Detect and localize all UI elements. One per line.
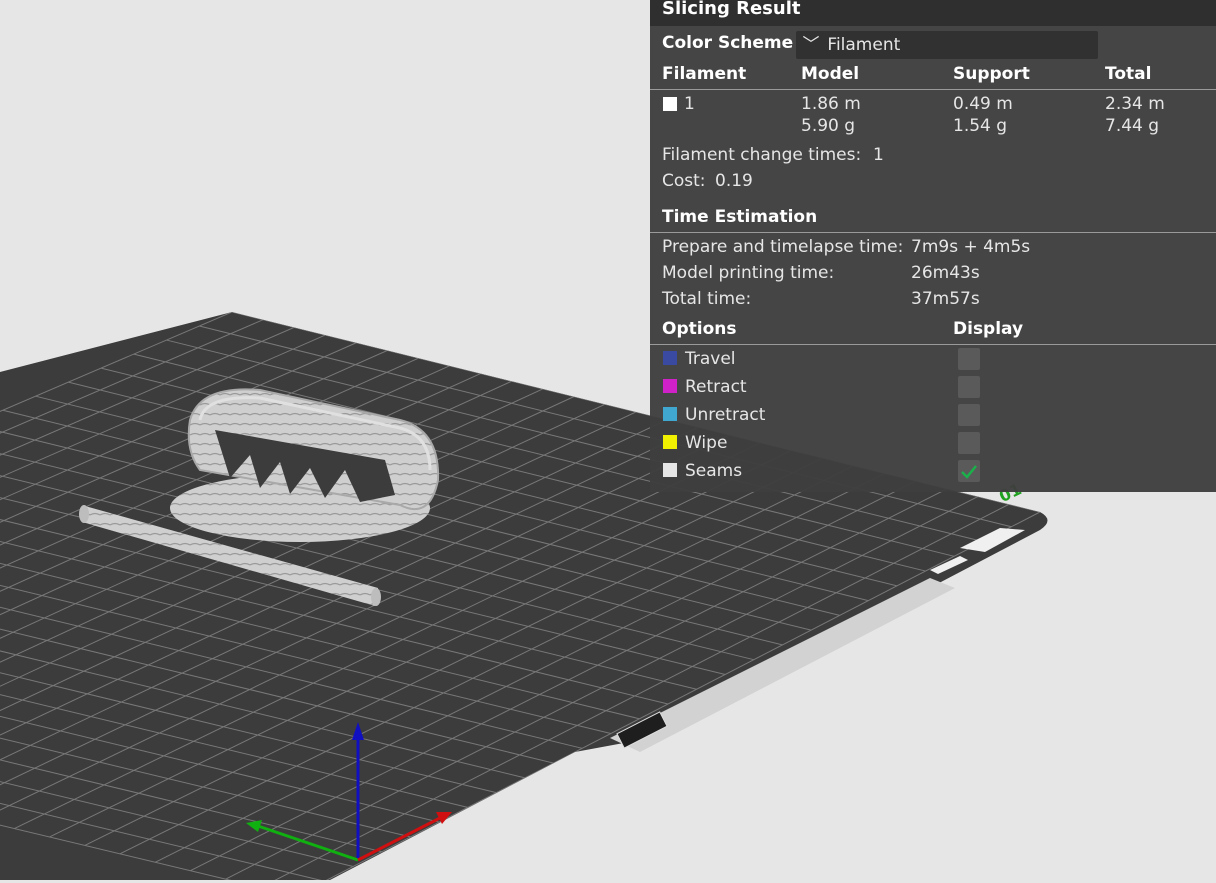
options-title: Options	[662, 319, 737, 339]
seams-display-checkbox[interactable]	[958, 460, 980, 482]
filament-change-label: Filament change times:	[662, 145, 862, 165]
unretract-display-checkbox[interactable]	[958, 404, 980, 426]
support-weight: 1.54 g	[953, 116, 1008, 136]
travel-display-checkbox[interactable]	[958, 348, 980, 370]
color-scheme-dropdown[interactable]: ﹀ Filament	[796, 31, 1098, 59]
prepare-time-value: 7m9s + 4m5s	[911, 237, 1031, 257]
panel-title: Slicing Result	[662, 0, 801, 19]
total-time-value: 37m57s	[911, 289, 980, 309]
display-title: Display	[953, 319, 1024, 339]
total-weight: 7.44 g	[1105, 116, 1160, 136]
header-support: Support	[953, 64, 1030, 84]
wipe-color-swatch	[663, 435, 677, 449]
seams-color-swatch	[663, 463, 677, 477]
filament-change-value: 1	[873, 145, 884, 165]
travel-color-swatch	[663, 351, 677, 365]
cost-value: 0.19	[715, 171, 753, 191]
model-time-label: Model printing time:	[662, 263, 835, 283]
color-scheme-value: Filament	[827, 35, 901, 55]
wipe-display-checkbox[interactable]	[958, 432, 980, 454]
option-label-unretract: Unretract	[685, 405, 766, 425]
color-scheme-label: Color Scheme	[662, 33, 794, 53]
total-length: 2.34 m	[1105, 94, 1165, 114]
retract-display-checkbox[interactable]	[958, 376, 980, 398]
model-length: 1.86 m	[801, 94, 861, 114]
checkmark-icon	[961, 465, 977, 479]
total-time-label: Total time:	[662, 289, 752, 309]
model-weight: 5.90 g	[801, 116, 856, 136]
divider	[650, 232, 1216, 233]
divider	[650, 89, 1216, 90]
time-estimation-title: Time Estimation	[662, 207, 818, 227]
cost-label: Cost:	[662, 171, 706, 191]
retract-color-swatch	[663, 379, 677, 393]
filament-id: 1	[684, 94, 695, 114]
filament-color-swatch	[663, 97, 677, 111]
divider	[650, 344, 1216, 345]
option-label-seams: Seams	[685, 461, 743, 481]
prepare-time-label: Prepare and timelapse time:	[662, 237, 904, 257]
support-length: 0.49 m	[953, 94, 1013, 114]
unretract-color-swatch	[663, 407, 677, 421]
slicing-result-panel: Slicing Result Color Scheme ﹀ Filament F…	[650, 0, 1216, 492]
model-time-value: 26m43s	[911, 263, 980, 283]
chevron-down-icon: ﹀	[802, 35, 820, 55]
option-label-travel: Travel	[685, 349, 736, 369]
header-filament: Filament	[662, 64, 747, 84]
option-label-retract: Retract	[685, 377, 747, 397]
header-model: Model	[801, 64, 860, 84]
header-total: Total	[1105, 64, 1152, 84]
option-label-wipe: Wipe	[685, 433, 728, 453]
